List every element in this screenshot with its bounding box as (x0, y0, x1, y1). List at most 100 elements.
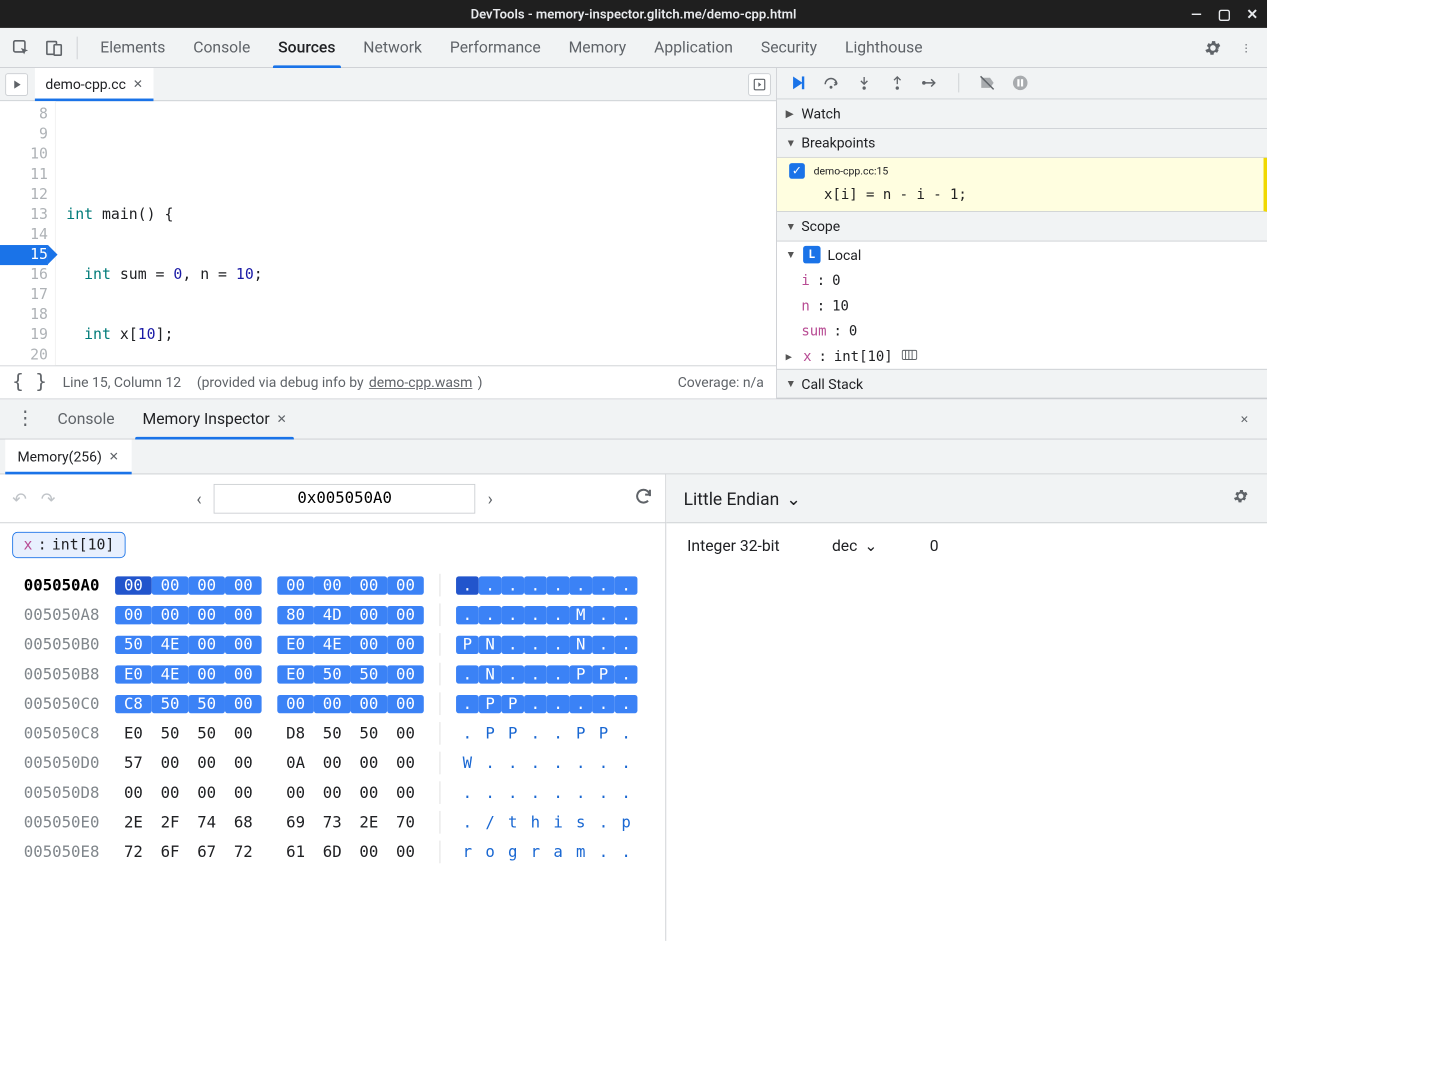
drawer-menu-icon[interactable]: ⋮ (9, 408, 42, 430)
hex-byte[interactable]: 00 (387, 695, 424, 713)
hex-byte[interactable]: 00 (277, 695, 314, 713)
file-tab[interactable]: demo-cpp.cc ✕ (35, 68, 154, 100)
panel-tab-console[interactable]: Console (179, 28, 264, 67)
hex-byte[interactable]: 00 (115, 606, 152, 624)
hex-byte[interactable]: 50 (351, 724, 388, 742)
close-drawer-icon[interactable]: ✕ (1230, 405, 1258, 433)
hex-byte[interactable]: 67 (188, 843, 225, 861)
hex-byte[interactable]: 00 (387, 783, 424, 801)
hex-byte[interactable]: 00 (387, 665, 424, 683)
hex-byte[interactable]: 4E (152, 665, 189, 683)
representation-select[interactable]: dec ⌄ (832, 537, 878, 555)
hex-byte[interactable]: 68 (225, 813, 262, 831)
close-memory-tab-icon[interactable]: ✕ (109, 450, 119, 464)
hex-byte[interactable]: 00 (387, 635, 424, 653)
hex-byte[interactable]: 80 (277, 606, 314, 624)
hex-byte[interactable]: 00 (152, 576, 189, 594)
hex-byte[interactable]: 00 (225, 724, 262, 742)
hex-byte[interactable]: 00 (351, 783, 388, 801)
pause-exceptions-icon[interactable] (1010, 73, 1031, 94)
hex-byte[interactable]: 73 (314, 813, 351, 831)
hex-byte[interactable]: 70 (387, 813, 424, 831)
hex-byte[interactable]: 6F (152, 843, 189, 861)
hex-byte[interactable]: 00 (351, 754, 388, 772)
callstack-section[interactable]: ▼Call Stack (777, 369, 1267, 399)
interpreter-settings-icon[interactable] (1232, 487, 1249, 510)
hex-byte[interactable]: 0A (277, 754, 314, 772)
hex-byte[interactable]: 00 (188, 665, 225, 683)
hex-byte[interactable]: 00 (387, 843, 424, 861)
hex-byte[interactable]: 00 (188, 576, 225, 594)
hex-byte[interactable]: 00 (225, 606, 262, 624)
breakpoint-checkbox[interactable]: ✓ (789, 163, 805, 179)
maximize-icon[interactable]: ▢ (1216, 6, 1232, 22)
step-over-icon[interactable] (821, 73, 842, 94)
hex-byte[interactable]: 4E (314, 635, 351, 653)
hex-byte[interactable]: 61 (277, 843, 314, 861)
hex-byte[interactable]: 2E (115, 813, 152, 831)
hex-byte[interactable]: 00 (152, 754, 189, 772)
refresh-icon[interactable] (634, 487, 653, 511)
show-navigator-icon[interactable] (5, 73, 28, 96)
hex-byte[interactable]: 00 (351, 695, 388, 713)
hex-byte[interactable]: 00 (188, 783, 225, 801)
breakpoints-section[interactable]: ▼Breakpoints (777, 129, 1267, 158)
hex-byte[interactable]: 50 (152, 695, 189, 713)
hex-byte[interactable]: 57 (115, 754, 152, 772)
hex-byte[interactable]: 00 (277, 783, 314, 801)
resume-icon[interactable] (787, 73, 808, 94)
undo-icon[interactable]: ↶ (12, 488, 27, 509)
panel-tab-sources[interactable]: Sources (264, 28, 349, 67)
memory-tab[interactable]: Memory(256) ✕ (5, 439, 131, 473)
hex-byte[interactable]: 50 (314, 665, 351, 683)
drawer-tab-memory-inspector[interactable]: Memory Inspector ✕ (130, 399, 299, 438)
hex-byte[interactable]: 69 (277, 813, 314, 831)
inspect-element-icon[interactable] (7, 34, 35, 62)
hex-byte[interactable]: 00 (314, 576, 351, 594)
close-tab-icon[interactable]: ✕ (133, 77, 143, 91)
close-icon[interactable]: ✕ (1244, 6, 1260, 22)
panel-tab-application[interactable]: Application (640, 28, 747, 67)
hex-byte[interactable]: 50 (314, 724, 351, 742)
scope-local-header[interactable]: ▼L Local (777, 242, 1267, 268)
hex-byte[interactable]: 00 (351, 635, 388, 653)
hex-byte[interactable]: 00 (387, 724, 424, 742)
wasm-link[interactable]: demo-cpp.wasm (369, 374, 472, 391)
watch-section[interactable]: ▶Watch (777, 99, 1267, 128)
hex-byte[interactable]: 00 (225, 754, 262, 772)
hex-byte[interactable]: 6D (314, 843, 351, 861)
hex-byte[interactable]: 4E (152, 635, 189, 653)
hex-byte[interactable]: 50 (351, 665, 388, 683)
hex-byte[interactable]: 4D (314, 606, 351, 624)
toggle-more-icon[interactable] (748, 73, 771, 96)
panel-tab-network[interactable]: Network (349, 28, 436, 67)
step-icon[interactable] (920, 73, 941, 94)
hex-byte[interactable]: C8 (115, 695, 152, 713)
panel-tab-performance[interactable]: Performance (436, 28, 555, 67)
hex-byte[interactable]: 00 (225, 665, 262, 683)
hex-byte[interactable]: 2E (351, 813, 388, 831)
device-toggle-icon[interactable] (40, 34, 68, 62)
code-editor[interactable]: 891011121314151617181920 int main() { in… (0, 101, 776, 365)
hex-byte[interactable]: 00 (225, 695, 262, 713)
hex-byte[interactable]: E0 (115, 665, 152, 683)
panel-tab-elements[interactable]: Elements (86, 28, 179, 67)
panel-tab-lighthouse[interactable]: Lighthouse (831, 28, 936, 67)
hex-byte[interactable]: 2F (152, 813, 189, 831)
hex-byte[interactable]: 00 (225, 783, 262, 801)
object-chip[interactable]: x: int[10] (12, 532, 125, 558)
hex-byte[interactable]: 00 (188, 754, 225, 772)
hex-grid[interactable]: 005050A00000000000000000........005050A8… (0, 567, 665, 941)
scope-section[interactable]: ▼Scope (777, 212, 1267, 241)
hex-byte[interactable]: 00 (387, 606, 424, 624)
breakpoint-row[interactable]: ✓ demo-cpp.cc:15 x[i] = n - i - 1; (777, 158, 1267, 212)
hex-byte[interactable]: 00 (225, 635, 262, 653)
drawer-tab-console[interactable]: Console (45, 399, 126, 438)
endianness-select[interactable]: Little Endian ⌄ (684, 488, 801, 509)
next-page-icon[interactable]: › (488, 488, 493, 509)
step-into-icon[interactable] (854, 73, 875, 94)
hex-byte[interactable]: E0 (115, 724, 152, 742)
address-input[interactable] (214, 484, 476, 514)
hex-byte[interactable]: 00 (277, 576, 314, 594)
close-drawer-tab-icon[interactable]: ✕ (277, 412, 287, 426)
